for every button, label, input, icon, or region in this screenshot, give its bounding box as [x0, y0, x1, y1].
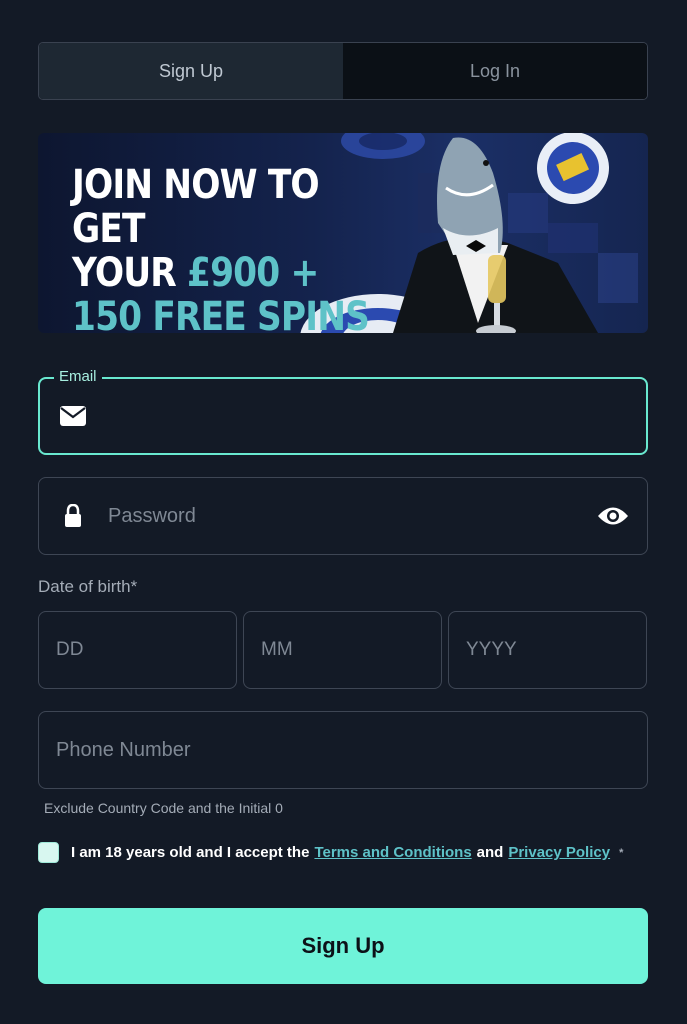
- dob-year-placeholder: YYYY: [466, 639, 517, 660]
- lock-icon: [64, 504, 82, 528]
- tab-sign-up[interactable]: Sign Up: [39, 43, 343, 99]
- promo-line-2-prefix: YOUR: [72, 250, 188, 296]
- terms-row: I am 18 years old and I accept the Terms…: [38, 842, 623, 863]
- terms-link[interactable]: Terms and Conditions: [314, 844, 471, 861]
- phone-field[interactable]: Phone Number: [38, 711, 648, 789]
- dob-month-placeholder: MM: [261, 639, 293, 660]
- password-placeholder: Password: [108, 504, 196, 527]
- dob-label: Date of birth*: [38, 577, 138, 596]
- phone-placeholder: Phone Number: [56, 738, 191, 761]
- email-field[interactable]: Email: [38, 368, 648, 455]
- dob-day-input[interactable]: DD: [38, 611, 237, 689]
- envelope-icon: [60, 406, 86, 426]
- eye-icon[interactable]: [597, 505, 629, 527]
- dob-year-input[interactable]: YYYY: [448, 611, 647, 689]
- privacy-link[interactable]: Privacy Policy: [508, 844, 610, 861]
- terms-text: I am 18 years old and I accept the: [71, 844, 310, 861]
- promo-line-1: JOIN NOW TO GET: [72, 162, 320, 252]
- terms-and: and: [476, 844, 504, 861]
- promo-headline: JOIN NOW TO GET YOUR £900 + 150 FREE SPI…: [72, 163, 382, 333]
- promo-line-2: YOUR £900 +: [72, 251, 382, 295]
- dob-month-input[interactable]: MM: [243, 611, 442, 689]
- sign-up-button[interactable]: Sign Up: [38, 908, 648, 984]
- dob-day-placeholder: DD: [56, 639, 84, 660]
- auth-tabs: Sign Up Log In: [38, 42, 648, 100]
- promo-line-3: 150 FREE SPINS: [72, 294, 370, 333]
- phone-hint: Exclude Country Code and the Initial 0: [44, 800, 283, 816]
- promo-banner: JOIN NOW TO GET YOUR £900 + 150 FREE SPI…: [38, 133, 648, 333]
- required-mark: *: [619, 846, 624, 859]
- email-label: Email: [54, 368, 102, 385]
- password-field[interactable]: Password: [38, 477, 648, 555]
- promo-bonus-amount: £900 +: [187, 250, 319, 296]
- chip-top: [341, 133, 425, 159]
- terms-checkbox[interactable]: [38, 842, 59, 863]
- tab-log-in[interactable]: Log In: [343, 43, 647, 99]
